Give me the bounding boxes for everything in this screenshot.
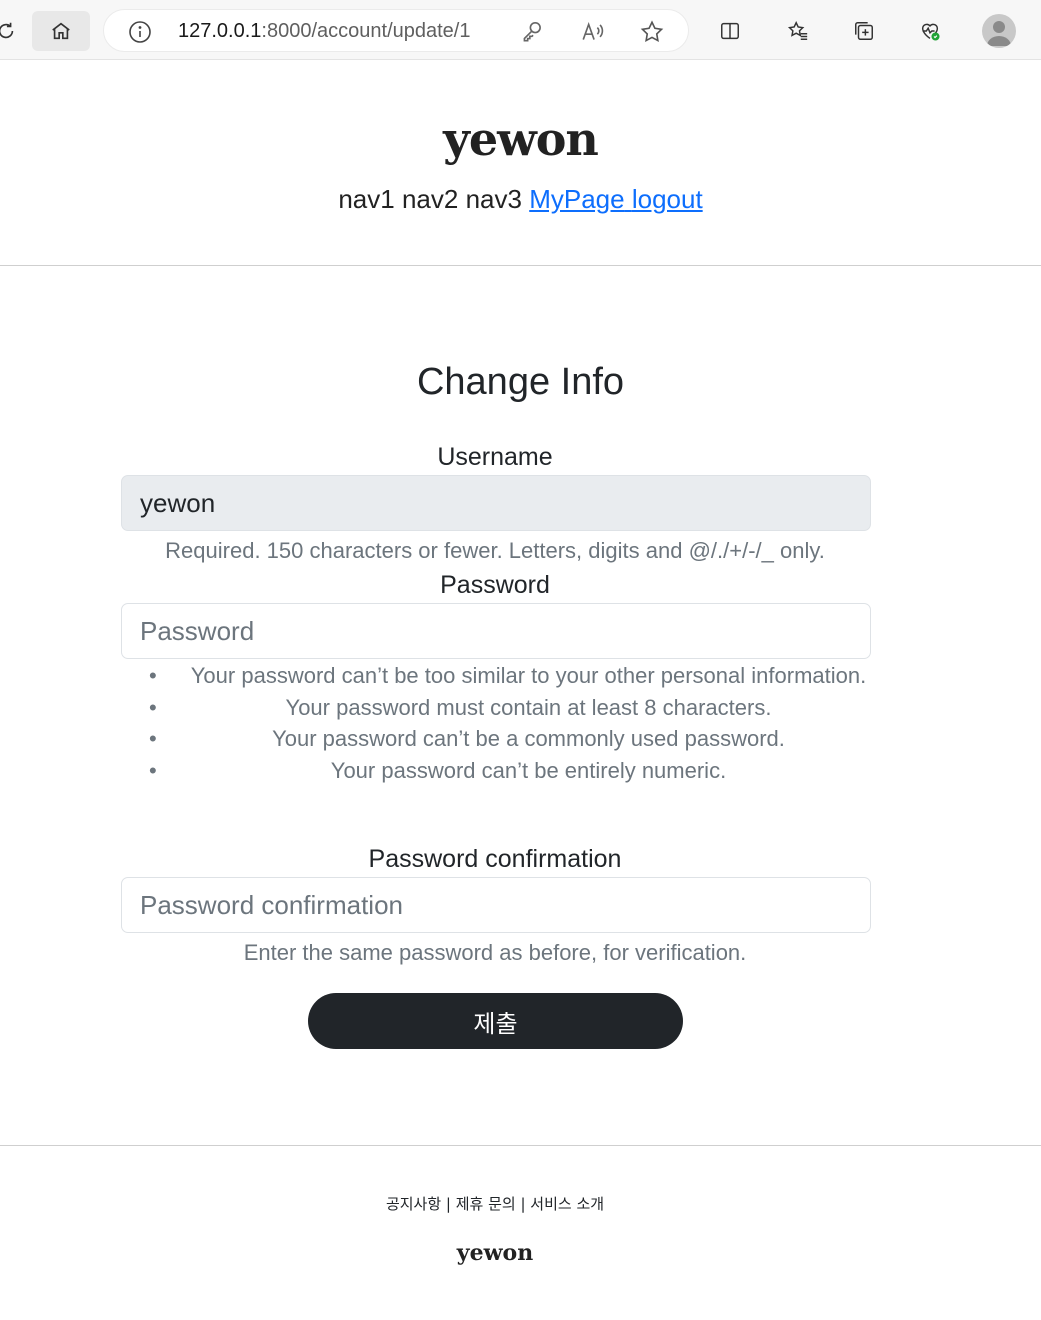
bullet-icon: •: [149, 726, 157, 751]
home-icon[interactable]: [32, 11, 90, 51]
password-confirmation-label: Password confirmation: [368, 845, 622, 873]
password-rule-text: Your password can’t be entirely numeric.: [330, 757, 727, 783]
footer-divider: [0, 1145, 1041, 1146]
refresh-icon[interactable]: [0, 11, 26, 51]
password-rule-text: Your password can’t be a commonly used p…: [272, 726, 785, 751]
split-screen-icon[interactable]: [710, 11, 750, 51]
address-bar[interactable]: 127.0.0.1:8000/account/update/1: [103, 9, 689, 52]
footer-logo[interactable]: yewon: [0, 1238, 990, 1268]
favorite-star-icon[interactable]: [639, 19, 665, 45]
health-icon[interactable]: [910, 11, 950, 51]
password-rule: • Your password must contain at least 8 c…: [121, 692, 916, 724]
collections-icon[interactable]: [844, 11, 884, 51]
password-rule: • Your password can’t be too similar to y…: [121, 660, 916, 692]
password-rule-text: Your password must contain at least 8 ch…: [285, 694, 772, 720]
username-input[interactable]: yewon: [121, 475, 871, 531]
password-rules: • Your password can’t be too similar to y…: [121, 660, 916, 786]
profile-avatar[interactable]: [982, 14, 1016, 48]
read-aloud-icon[interactable]: [580, 19, 606, 45]
url-text[interactable]: 127.0.0.1:8000/account/update/1: [178, 20, 470, 43]
url-path: :8000/account/update/1: [261, 20, 471, 42]
password-confirmation-input[interactable]: Password confirmation: [121, 877, 871, 933]
bullet-icon: •: [149, 663, 157, 688]
page-title: Change Info: [416, 361, 625, 403]
username-help: Required. 150 characters or fewer. Lette…: [165, 538, 825, 563]
url-host: 127.0.0.1: [178, 20, 262, 42]
main-nav: nav1 nav2 nav3 MyPage logout: [0, 183, 1041, 215]
submit-button[interactable]: 제출: [308, 993, 683, 1049]
password-input[interactable]: Password: [121, 603, 871, 659]
logout-link[interactable]: logout: [632, 184, 703, 214]
header-divider: [0, 265, 1041, 266]
password-confirmation-help: Enter the same password as before, for v…: [243, 940, 747, 965]
mypage-link[interactable]: MyPage: [529, 184, 624, 214]
browser-toolbar: 127.0.0.1:8000/account/update/1: [0, 0, 1041, 60]
bullet-icon: •: [149, 694, 157, 720]
nav-item-nav1[interactable]: nav1: [338, 184, 394, 214]
favorites-icon[interactable]: [778, 11, 818, 51]
nav-item-nav2[interactable]: nav2: [402, 184, 458, 214]
key-icon[interactable]: [519, 19, 545, 45]
link-gap: [625, 184, 632, 214]
password-label: Password: [440, 571, 550, 599]
password-rule: • Your password can’t be a commonly used …: [121, 723, 916, 755]
site-logo[interactable]: yewon: [0, 110, 1041, 168]
nav-item-nav3[interactable]: nav3: [466, 184, 522, 214]
bullet-icon: •: [149, 757, 157, 783]
info-icon[interactable]: [128, 20, 152, 44]
password-rule-text: Your password can’t be too similar to yo…: [190, 663, 867, 688]
footer-links[interactable]: 공지사항 | 제휴 문의 | 서비스 소개: [0, 1193, 990, 1215]
password-rule: • Your password can’t be entirely numeric…: [121, 755, 916, 787]
username-label: Username: [437, 443, 553, 471]
